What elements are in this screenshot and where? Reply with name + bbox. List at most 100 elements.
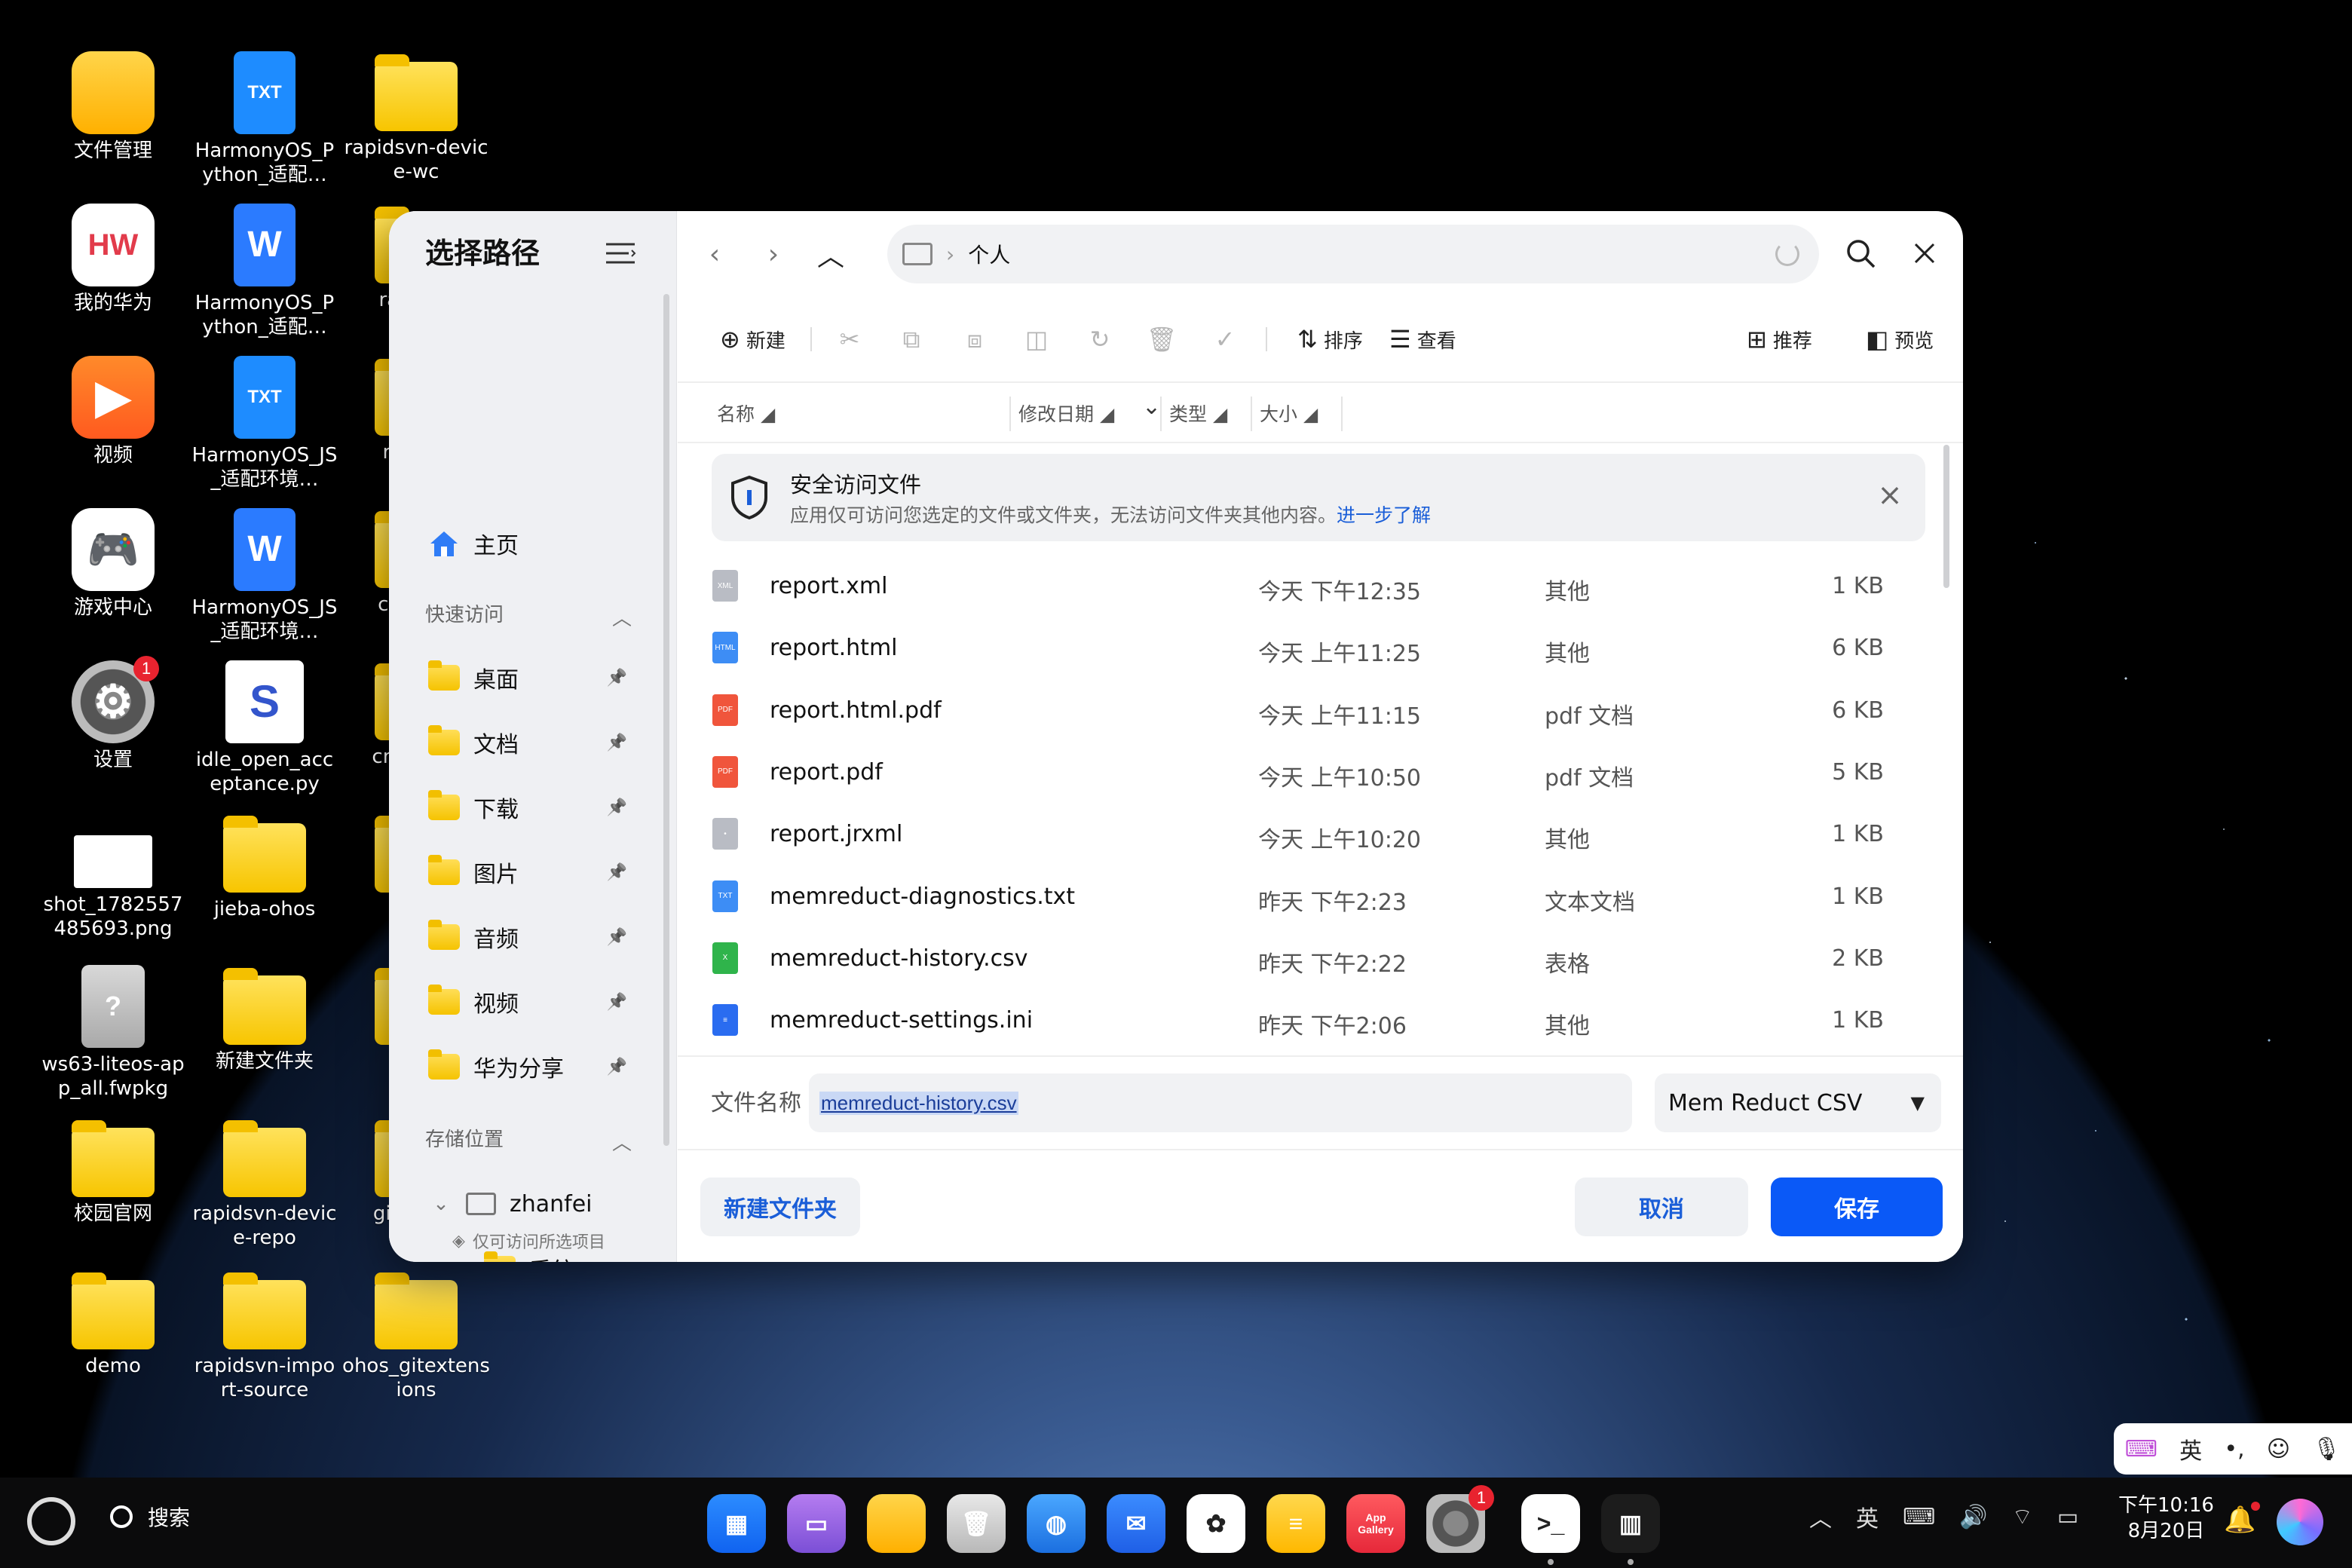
pin-icon[interactable]: 📌 (607, 993, 627, 1012)
chevron-down-icon[interactable]: ⌄ (1142, 394, 1161, 420)
sidebar-item-quick-access[interactable]: 图片 📌 (413, 841, 648, 903)
filename-input[interactable]: memreduct-history.csv (809, 1073, 1632, 1132)
recycle-bin-icon[interactable]: 🗑 (947, 1494, 1006, 1553)
pin-icon[interactable]: 📌 (607, 733, 627, 752)
learn-more-link[interactable]: 进一步了解 (1337, 504, 1431, 526)
file-row[interactable]: TXT memreduct-diagnostics.txt 昨天 下午2:23 文本文… (678, 868, 1937, 930)
sidebar-item-quick-access[interactable]: 下载 📌 (413, 776, 648, 838)
column-type[interactable]: 类型 ◢ (1169, 400, 1227, 427)
up-button[interactable]: ︿ (812, 235, 850, 273)
new-folder-button[interactable]: 新建文件夹 (700, 1178, 860, 1236)
file-row[interactable]: ≡ memreduct-settings.ini 昨天 下午2:06 其他 1 KB (678, 992, 1937, 1054)
settings-icon[interactable]: 1 (1426, 1485, 1494, 1553)
wifi-icon[interactable]: ⌔ (2012, 1502, 2033, 1531)
notification-bell-icon[interactable]: 🔔 (2224, 1502, 2261, 1535)
chevron-down-icon[interactable]: ⌄ (430, 1193, 452, 1215)
cut-icon[interactable]: ✂ (833, 323, 866, 356)
sidebar-menu-icon[interactable] (605, 238, 636, 268)
pin-icon[interactable]: 📌 (607, 928, 627, 947)
search-button[interactable] (1839, 232, 1882, 274)
assistant-icon[interactable] (2277, 1499, 2323, 1545)
desktop-icon[interactable]: TXT HarmonyOS_Python_适配… (191, 51, 338, 187)
desktop-icon[interactable]: ? ws63-liteos-app_all.fwpkg (39, 965, 187, 1101)
desktop-icon[interactable]: Sidle_open_acceptance.py (191, 660, 338, 796)
address-bar[interactable]: › 个人 (887, 225, 1819, 283)
save-button[interactable]: 保存 (1771, 1178, 1943, 1236)
column-size[interactable]: 大小 ◢ (1260, 400, 1318, 427)
desktop-icon[interactable]: ⚙ 1 设置 (39, 656, 187, 772)
desktop-icon[interactable]: TXT HarmonyOS_JS_适配环境… (191, 356, 338, 492)
ime-tray-icon[interactable]: ⌨ (1903, 1504, 1935, 1530)
mail-icon[interactable]: ✉ (1107, 1494, 1165, 1553)
notes-icon[interactable]: ≡ (1266, 1494, 1325, 1553)
desktop-icon[interactable]: shot_1782557485693.png (39, 813, 187, 941)
terminal-icon[interactable]: >_ (1521, 1494, 1580, 1565)
back-button[interactable]: ‹ (696, 235, 733, 273)
column-name[interactable]: 名称 ◢ (717, 400, 775, 427)
cancel-button[interactable]: 取消 (1575, 1178, 1748, 1236)
close-button[interactable] (1903, 232, 1946, 274)
file-row[interactable]: Xmemreduct-history.csv 昨天 下午2:22 表格 2 KB (678, 930, 1937, 992)
rename-icon[interactable]: ◫ (1020, 323, 1053, 356)
file-manager-icon[interactable] (867, 1494, 926, 1553)
view-button[interactable]: ☰ 查看 (1389, 317, 1456, 362)
pin-icon[interactable]: 📌 (607, 1058, 627, 1076)
paste-icon[interactable]: ⧈ (958, 323, 991, 356)
refresh-icon[interactable] (1775, 242, 1799, 266)
memory-app-icon[interactable]: ▥ (1601, 1494, 1660, 1565)
filetype-select[interactable]: Mem Reduct CSV ▼ (1655, 1073, 1941, 1132)
new-button[interactable]: ⊕ 新建 (720, 317, 786, 362)
sidebar-item-quick-access[interactable]: 华为分享 📌 (413, 1036, 648, 1098)
file-list-scrollbar[interactable] (1943, 445, 1949, 588)
multi-window-icon[interactable]: ▭ (787, 1494, 846, 1553)
start-button[interactable] (27, 1497, 75, 1545)
desktop-icon[interactable]: 校园官网 (39, 1117, 187, 1226)
desktop-icon[interactable]: demo (39, 1269, 187, 1378)
desktop-icon[interactable]: W HarmonyOS_Python_适配… (191, 204, 338, 339)
chevron-up-icon[interactable]: ︿ (1809, 1500, 1832, 1533)
sort-button[interactable]: ⇅ 排序 (1297, 317, 1363, 362)
chevron-right-icon[interactable]: › (446, 1257, 469, 1262)
copy-icon[interactable]: ⧉ (895, 323, 928, 356)
ime-punctuation-toggle[interactable]: •, (2224, 1436, 2244, 1462)
forward-button[interactable]: › (755, 235, 792, 273)
emoji-icon[interactable]: ☺ (2267, 1436, 2290, 1462)
share-icon[interactable]: ↻ (1083, 323, 1116, 356)
app-grid-icon[interactable]: ▦ (707, 1494, 766, 1553)
column-divider[interactable] (1009, 397, 1011, 431)
photos-icon[interactable]: ✿ (1187, 1494, 1245, 1553)
desktop-icon[interactable]: jieba-ohos (191, 813, 338, 921)
close-notice-button[interactable]: × (1871, 476, 1909, 514)
sidebar-item-device[interactable]: ⌄ zhanfei (413, 1173, 648, 1235)
desktop-icon[interactable]: 🎮 游戏中心 (39, 508, 187, 620)
desktop-icon[interactable]: rapidsvn-device-wc (342, 51, 490, 184)
delete-icon[interactable]: 🗑 (1145, 323, 1178, 356)
column-modified[interactable]: 修改日期 ◢ (1018, 400, 1114, 427)
app-gallery-icon[interactable]: App Gallery (1346, 1494, 1405, 1553)
pin-icon[interactable]: 📌 (607, 669, 627, 688)
volume-icon[interactable]: 🔊 (1959, 1504, 1987, 1530)
desktop-icon[interactable]: ohos_gitextensions (342, 1269, 490, 1402)
breadcrumb-current[interactable]: 个人 (968, 239, 1010, 269)
taskbar-search-button[interactable]: 搜索 (110, 1502, 190, 1532)
chevron-up-icon[interactable]: ︿ (612, 1128, 635, 1155)
select-icon[interactable]: ✓ (1208, 323, 1242, 356)
sidebar-item-quick-access[interactable]: 桌面 📌 (413, 647, 648, 709)
desktop-icon[interactable]: 文件管理 (39, 51, 187, 163)
chevron-up-icon[interactable]: ︿ (612, 603, 635, 630)
pin-icon[interactable]: 📌 (607, 863, 627, 882)
sidebar-item-quick-access[interactable]: 音频 📌 (413, 906, 648, 968)
desktop-icon[interactable]: ▶ 视频 (39, 356, 187, 467)
file-row[interactable]: HTML report.html 今天 上午11:25 其他 6 KB (678, 620, 1937, 681)
ime-keyboard-icon[interactable]: ⌨ (2125, 1436, 2158, 1462)
desktop-icon[interactable]: W HarmonyOS_JS_适配环境… (191, 508, 338, 644)
preview-button[interactable]: ◧ 预览 (1866, 317, 1934, 362)
column-divider[interactable] (1251, 397, 1252, 431)
column-divider[interactable] (1160, 397, 1162, 431)
input-method-indicator[interactable]: 英 (1856, 1500, 1879, 1533)
file-row[interactable]: • report.jrxml 今天 上午10:20 其他 1 KB (678, 806, 1937, 868)
browser-icon[interactable]: ◍ (1027, 1494, 1086, 1553)
recommend-button[interactable]: ⊞ 推荐 (1747, 317, 1812, 362)
sidebar-scrollbar[interactable] (663, 294, 669, 1146)
file-row[interactable]: PDF report.pdf 今天 上午10:50 pdf 文档 5 KB (678, 744, 1937, 806)
